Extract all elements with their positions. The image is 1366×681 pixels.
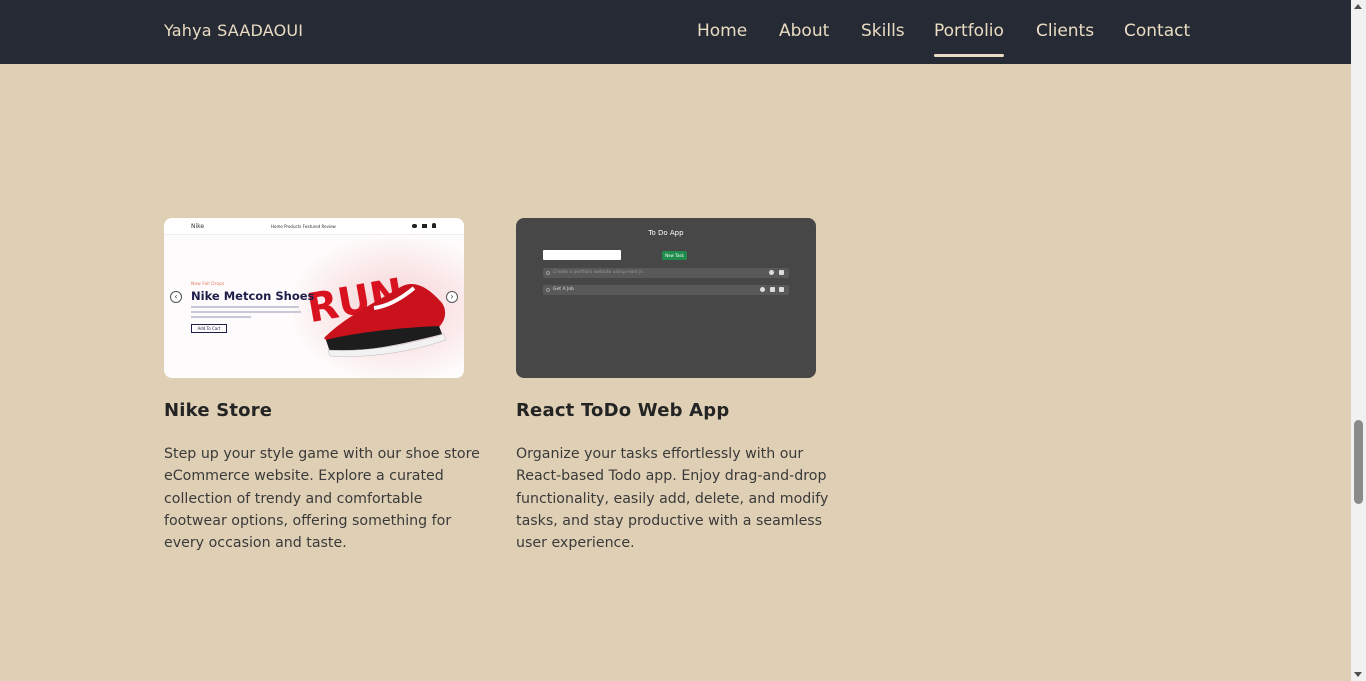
nav-clients[interactable]: Clients (1036, 20, 1094, 42)
hero-add-to-cart-button: Add To Cart (191, 324, 227, 333)
trash-icon (779, 287, 784, 292)
trash-icon (779, 270, 784, 275)
user-icon (432, 223, 436, 228)
todo-row-text: Get A Job (553, 287, 574, 292)
info-icon (760, 287, 765, 292)
todo-input (543, 250, 621, 260)
todo-title: To Do App (648, 229, 684, 237)
info-icon (769, 270, 774, 275)
checkbox-icon (546, 271, 550, 275)
nav-portfolio[interactable]: Portfolio (934, 20, 1004, 57)
nav-home[interactable]: Home (697, 20, 747, 42)
scroll-up-icon[interactable] (1354, 4, 1362, 9)
thumb-navbar: Nike Home Products Featured Review (164, 218, 464, 235)
thumb-brand: Nike (191, 223, 205, 230)
card-description: Step up your style game with our shoe st… (164, 446, 480, 552)
card-description: Organize your tasks effortlessly with ou… (516, 446, 829, 552)
hero-text-line (191, 306, 299, 308)
carousel-prev-icon: ‹ (170, 291, 182, 303)
scroll-thumb[interactable] (1354, 420, 1363, 504)
carousel-next-icon: › (446, 291, 458, 303)
nav-skills[interactable]: Skills (861, 20, 905, 42)
nike-store-thumbnail[interactable]: Nike Home Products Featured Review RUN N… (164, 218, 464, 378)
top-navbar: Yahya SAADAOUI Home About Skills Portfol… (0, 0, 1351, 64)
todo-row: Get A Job (543, 285, 789, 295)
heart-icon (412, 224, 417, 228)
scroll-down-icon[interactable] (1354, 672, 1362, 677)
thumb-menu: Home Products Featured Review (271, 224, 336, 229)
portfolio-card-todo: To Do App New Task Create a portfolio we… (516, 218, 836, 554)
main-nav: Home About Skills Portfolio Clients Cont… (0, 20, 1351, 60)
hero-text-line (191, 316, 251, 318)
todo-row-text: Create a portfolio website using react j… (553, 270, 643, 275)
hero-tag: New Fall Drops (191, 282, 225, 287)
card-title[interactable]: Nike Store (164, 400, 484, 421)
cart-icon (422, 224, 427, 228)
todo-new-task-button: New Task (662, 251, 687, 260)
card-title[interactable]: React ToDo Web App (516, 400, 836, 421)
todo-row: Create a portfolio website using react j… (543, 268, 789, 278)
todo-app-thumbnail[interactable]: To Do App New Task Create a portfolio we… (516, 218, 816, 378)
nav-about[interactable]: About (779, 20, 829, 42)
nav-contact[interactable]: Contact (1124, 20, 1190, 42)
page-scrollbar[interactable] (1351, 0, 1366, 681)
portfolio-card-nike: Nike Home Products Featured Review RUN N… (164, 218, 484, 554)
shoe-image: RUN (304, 270, 447, 357)
checkbox-icon (546, 288, 550, 292)
hero-text-line (191, 311, 301, 313)
hero-headline: Nike Metcon Shoes (191, 289, 315, 303)
edit-icon (770, 287, 775, 292)
